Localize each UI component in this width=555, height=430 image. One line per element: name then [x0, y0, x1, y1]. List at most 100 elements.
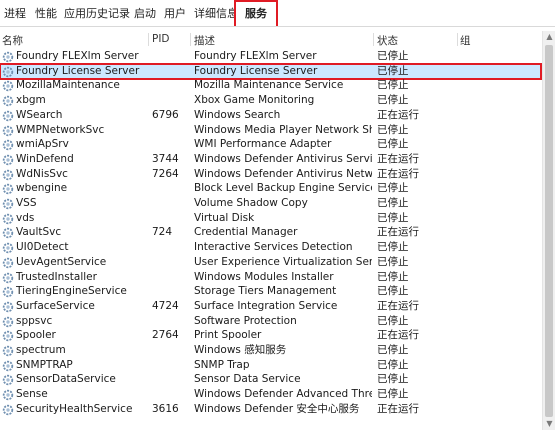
service-status: 正在运行: [377, 329, 419, 342]
service-name: SensorDataService: [16, 373, 116, 386]
service-row[interactable]: UevAgentService User Experience Virtualiz…: [0, 255, 541, 270]
service-description: SNMP Trap: [194, 358, 250, 371]
scrollbar-thumb[interactable]: [545, 45, 553, 417]
service-description: Xbox Game Monitoring: [194, 94, 315, 107]
service-name: spectrum: [16, 344, 66, 356]
service-row[interactable]: VSS Volume Shadow Copy 已停止: [0, 196, 541, 211]
service-row[interactable]: SurfaceService 4724 Surface Integration Se…: [0, 299, 541, 314]
column-header-status[interactable]: 状态: [377, 33, 398, 48]
service-row[interactable]: Sense Windows Defender Advanced Thre... 已停…: [0, 387, 541, 402]
service-gear-icon: [2, 257, 14, 269]
service-name: VSS: [16, 197, 37, 209]
service-row[interactable]: TrustedInstaller Windows Modules Installe…: [0, 270, 541, 285]
service-row[interactable]: spectrum Windows 感知服务 已停止: [0, 343, 541, 358]
service-row[interactable]: Foundry License Server Foundry License Se…: [0, 62, 542, 80]
column-header-group[interactable]: 组: [460, 33, 471, 48]
service-description: Windows Search: [194, 108, 281, 121]
service-row[interactable]: SNMPTRAP SNMP Trap 已停止: [0, 358, 541, 373]
column-divider[interactable]: [190, 33, 191, 46]
tab-services[interactable]: 服务: [234, 0, 278, 26]
column-header-description[interactable]: 描述: [194, 33, 215, 48]
column-divider[interactable]: [373, 33, 374, 46]
service-description: Windows Defender 安全中心服务: [194, 402, 360, 415]
service-description: Windows Defender Antivirus Service: [194, 152, 372, 165]
service-row[interactable]: Spooler 2764 Print Spooler 正在运行: [0, 328, 541, 343]
service-pid: [152, 64, 190, 79]
tab-startup[interactable]: 启动: [134, 4, 156, 24]
service-row[interactable]: WSearch 6796 Windows Search 正在运行: [0, 108, 541, 123]
service-status: 已停止: [377, 123, 409, 136]
vertical-scrollbar[interactable]: ▲ ▼: [542, 31, 555, 430]
service-description: Print Spooler: [194, 329, 262, 342]
service-row[interactable]: SensorDataService Sensor Data Service 已停止: [0, 372, 541, 387]
service-pid: [152, 240, 190, 255]
service-row[interactable]: wmiApSrv WMI Performance Adapter 已停止: [0, 137, 541, 152]
service-pid: [152, 49, 190, 64]
service-pid: [152, 93, 190, 108]
scroll-up-arrow-icon[interactable]: ▲: [545, 32, 554, 42]
service-description: Storage Tiers Management: [194, 285, 337, 298]
service-row[interactable]: Foundry FLEXlm Server Foundry FLEXlm Serv…: [0, 49, 541, 64]
service-row[interactable]: wbengine Block Level Backup Engine Servic…: [0, 181, 541, 196]
service-gear-icon: [2, 227, 14, 239]
service-row[interactable]: UI0Detect Interactive Services Detection 已…: [0, 240, 541, 255]
service-gear-icon: [2, 404, 14, 416]
tab-app-history[interactable]: 应用历史记录: [64, 4, 130, 24]
column-header-name[interactable]: 名称: [2, 33, 23, 48]
service-pid: [152, 211, 190, 226]
service-row[interactable]: WinDefend 3744 Windows Defender Antivirus …: [0, 152, 541, 167]
service-status: 正在运行: [377, 108, 419, 121]
service-gear-icon: [2, 51, 14, 63]
column-divider[interactable]: [148, 33, 149, 46]
service-name: SurfaceService: [16, 299, 95, 312]
service-description: Foundry License Server: [194, 64, 318, 77]
service-status: 已停止: [377, 314, 409, 327]
service-status: 已停止: [377, 388, 409, 401]
service-row[interactable]: MozillaMaintenance Mozilla Maintenance Se…: [0, 78, 541, 93]
service-description: WMI Performance Adapter: [194, 138, 332, 151]
service-status: 已停止: [377, 373, 409, 386]
column-divider[interactable]: [457, 33, 458, 46]
column-header-pid[interactable]: PID: [152, 33, 170, 45]
service-row[interactable]: TieringEngineService Storage Tiers Manage…: [0, 284, 541, 299]
tab-performance[interactable]: 性能: [35, 4, 57, 24]
service-status: 已停止: [377, 344, 409, 356]
service-gear-icon: [2, 139, 14, 151]
service-status: 已停止: [377, 270, 409, 283]
service-pid: [152, 123, 190, 138]
service-gear-icon: [2, 360, 14, 372]
service-row[interactable]: WdNisSvc 7264 Windows Defender Antivirus N…: [0, 167, 541, 182]
service-row[interactable]: VaultSvc 724 Credential Manager 正在运行: [0, 225, 541, 240]
service-description: User Experience Virtualization Servi...: [194, 255, 372, 268]
service-row[interactable]: WMPNetworkSvc Windows Media Player Networ…: [0, 123, 541, 138]
service-gear-icon: [2, 125, 14, 137]
service-status: 正在运行: [377, 152, 419, 165]
service-gear-icon: [2, 66, 14, 78]
service-status: 已停止: [377, 138, 409, 151]
scroll-down-arrow-icon[interactable]: ▼: [545, 419, 554, 429]
service-status: 正在运行: [377, 299, 419, 312]
service-name: Foundry FLEXlm Server: [16, 50, 139, 62]
tab-processes[interactable]: 进程: [4, 4, 26, 24]
service-gear-icon: [2, 110, 14, 122]
service-description: Software Protection: [194, 314, 297, 327]
service-row[interactable]: xbgm Xbox Game Monitoring 已停止: [0, 93, 541, 108]
service-name: SecurityHealthService: [16, 402, 133, 415]
service-description: Interactive Services Detection: [194, 241, 353, 254]
service-row[interactable]: vds Virtual Disk 已停止: [0, 211, 541, 226]
tab-users[interactable]: 用户: [164, 4, 186, 24]
service-gear-icon: [2, 154, 14, 166]
service-status: 已停止: [377, 241, 409, 254]
service-row[interactable]: SecurityHealthService 3616 Windows Defende…: [0, 402, 541, 417]
service-gear-icon: [2, 169, 14, 181]
service-gear-icon: [2, 389, 14, 401]
service-pid: 2764: [152, 329, 179, 342]
tab-details[interactable]: 详细信息: [194, 4, 238, 24]
service-status: 已停止: [377, 211, 409, 224]
service-pid: [152, 255, 190, 270]
service-gear-icon: [2, 301, 14, 313]
service-pid: 7264: [152, 167, 179, 180]
service-description: Block Level Backup Engine Service: [194, 182, 372, 195]
service-row[interactable]: sppsvc Software Protection 已停止: [0, 314, 541, 329]
service-status: 已停止: [377, 255, 409, 268]
